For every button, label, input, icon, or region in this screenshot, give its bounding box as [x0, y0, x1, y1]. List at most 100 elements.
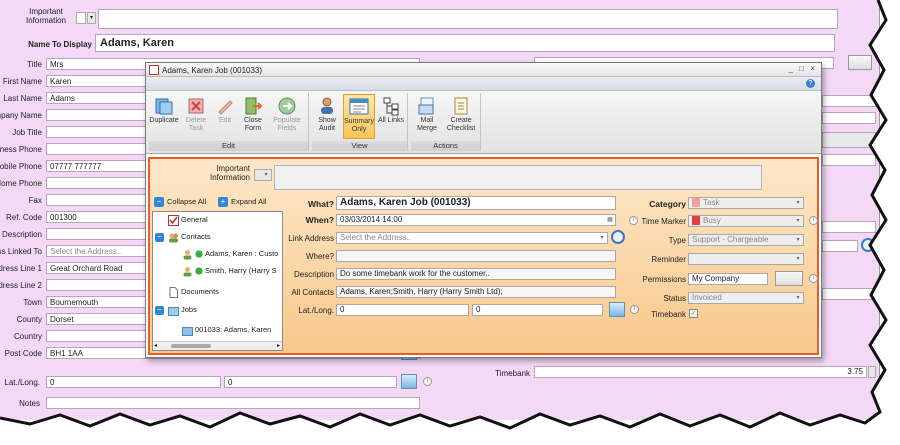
description-field[interactable]: Do some timebank work for the customer..: [336, 268, 616, 280]
all-contacts-field[interactable]: Adams, Karen;Smith, Harry (Harry Smith L…: [336, 286, 616, 298]
permissions-button[interactable]: [775, 271, 803, 286]
bg-right-field-3[interactable]: [822, 112, 876, 124]
tree-item-general[interactable]: General: [168, 214, 208, 226]
permissions-field[interactable]: My Company: [688, 273, 768, 285]
tree-item-contacts-label: Contacts: [181, 232, 211, 241]
tree-item-job-1[interactable]: 001033: Adams, Karen: [182, 324, 271, 336]
ribbon-group-actions-label: Actions: [411, 141, 480, 151]
type-field[interactable]: Support - Chargeable ▾: [688, 234, 804, 246]
what-field[interactable]: Adams, Karen Job (001033): [336, 196, 616, 210]
tree-item-contact-2[interactable]: Smith, Harry (Harry S: [182, 265, 277, 277]
when-label: When?: [305, 215, 334, 225]
scroll-thumb[interactable]: [171, 344, 211, 348]
when-field[interactable]: 03/03/2014 14:00 ▦: [336, 214, 616, 226]
scroll-right-arrow[interactable]: ▸: [277, 342, 280, 349]
long-field[interactable]: 0: [472, 304, 603, 316]
expand-all-button[interactable]: + Expand All: [218, 196, 266, 208]
category-label: Category: [649, 199, 686, 209]
tree-item-contact-1[interactable]: Adams, Karen : Custo: [182, 248, 278, 260]
important-information-select[interactable]: [76, 12, 86, 24]
populate-fields-button[interactable]: Populate Fields: [269, 94, 305, 133]
tree-item-contacts[interactable]: Contacts: [168, 231, 211, 243]
status-value: Invoiced: [692, 293, 722, 302]
dialog-important-information-field[interactable]: [274, 165, 762, 190]
bg-right-field-4[interactable]: [822, 132, 876, 148]
close-icon[interactable]: ×: [810, 64, 815, 73]
where-field[interactable]: [336, 250, 616, 262]
address-search-icon[interactable]: [611, 230, 625, 244]
minimize-icon[interactable]: _: [789, 64, 793, 73]
dialog-title-bar[interactable]: Adams, Karen Job (001033) _ □ ×: [146, 63, 821, 77]
bg-timebank-field[interactable]: 3.75: [534, 366, 867, 378]
timebank-label: Timebank: [651, 310, 686, 319]
mail-merge-icon: [418, 97, 434, 115]
reminder-field[interactable]: ▾: [688, 253, 804, 265]
calendar-icon[interactable]: ▦: [606, 216, 614, 224]
time-marker-field[interactable]: Busy ▾: [688, 215, 804, 227]
contacts-collapse-icon[interactable]: −: [155, 233, 164, 242]
description-label: Description: [293, 270, 334, 279]
bg-field-label: ddress Line 1: [0, 264, 42, 273]
summary-only-button[interactable]: Summary Only: [343, 94, 375, 139]
tree-horizontal-scrollbar[interactable]: ◂ ▸: [153, 341, 282, 350]
bg-field-label: Title: [27, 60, 42, 69]
map-button[interactable]: [609, 302, 625, 317]
close-form-button[interactable]: Close Form: [239, 94, 267, 133]
mail-merge-button[interactable]: Mail Merge: [412, 94, 442, 133]
show-audit-button[interactable]: Show Audit: [313, 94, 341, 133]
collapse-all-button[interactable]: − Collapse All: [154, 196, 206, 208]
all-links-button[interactable]: All Links: [377, 94, 405, 125]
jobs-collapse-icon[interactable]: −: [155, 306, 164, 315]
bg-field-label: Fax: [28, 196, 42, 205]
bg-right-search-icon[interactable]: [861, 238, 875, 252]
duplicate-button[interactable]: Duplicate: [149, 94, 179, 125]
edit-button[interactable]: Edit: [213, 94, 237, 125]
bg-field-label: County: [16, 315, 42, 324]
create-checklist-button[interactable]: Create Checklist: [444, 94, 478, 133]
tree-item-documents[interactable]: Documents: [168, 286, 219, 298]
important-information-field[interactable]: [98, 9, 838, 29]
bg-timebank-spinner[interactable]: [868, 366, 876, 378]
bg-right-field-8[interactable]: [822, 288, 876, 300]
tree-item-jobs[interactable]: Jobs: [168, 304, 197, 316]
help-icon[interactable]: ?: [806, 79, 815, 88]
person-icon: [183, 249, 192, 260]
bg-map-button[interactable]: [401, 374, 417, 389]
bg-long-field[interactable]: 0: [224, 376, 397, 388]
tree-item-documents-label: Documents: [181, 287, 219, 296]
scroll-left-arrow[interactable]: ◂: [154, 342, 157, 349]
delete-task-button[interactable]: Delete Task: [181, 94, 211, 133]
links-tree[interactable]: General − Contacts Adams, Karen : Custo …: [152, 211, 283, 351]
maximize-icon[interactable]: □: [799, 64, 804, 73]
bg-right-field-7[interactable]: [822, 240, 858, 252]
mail-merge-label: Mail Merge: [417, 117, 437, 132]
lat-field[interactable]: 0: [336, 304, 469, 316]
chevron-down-icon: ▾: [796, 200, 800, 206]
bg-right-field-2[interactable]: [822, 95, 876, 107]
bg-latlong-label: Lat./Long.: [4, 378, 40, 387]
bg-right-field-5[interactable]: [822, 154, 876, 166]
category-value: Task: [703, 198, 720, 207]
dialog-important-information-select[interactable]: ▾: [254, 169, 272, 181]
expand-all-label: Expand All: [231, 197, 267, 206]
link-address-label: Link Address: [288, 234, 334, 243]
ribbon-group-actions: Mail Merge Create Checklist Actions: [411, 93, 481, 151]
job-icon: [182, 326, 193, 336]
important-information-dropdown[interactable]: ▾: [87, 12, 96, 24]
bg-lat-field[interactable]: 0: [46, 376, 221, 388]
bg-field-label: ompany Name: [0, 111, 42, 120]
name-to-display-field[interactable]: Adams, Karen: [95, 34, 835, 52]
important-information-label: Important Information: [25, 7, 67, 25]
timebank-checkbox[interactable]: ✓: [689, 309, 698, 318]
ribbon-group-edit: Duplicate Delete Task Edit Close Form Po…: [149, 93, 309, 151]
tree-item-contact-1-label: Adams, Karen : Custo: [205, 249, 279, 258]
link-address-field[interactable]: Select the Address.. ▾: [336, 232, 608, 244]
duplicate-label: Duplicate: [149, 117, 179, 124]
bg-notes-field[interactable]: [46, 397, 420, 409]
chevron-down-icon: ▾: [796, 237, 800, 243]
chevron-down-icon: ▾: [796, 218, 800, 224]
bg-right-field-6[interactable]: [822, 221, 876, 233]
status-field[interactable]: Invoiced ▾: [688, 292, 804, 304]
category-field[interactable]: Task ▾: [688, 197, 804, 209]
bg-right-button-1[interactable]: [848, 55, 872, 70]
